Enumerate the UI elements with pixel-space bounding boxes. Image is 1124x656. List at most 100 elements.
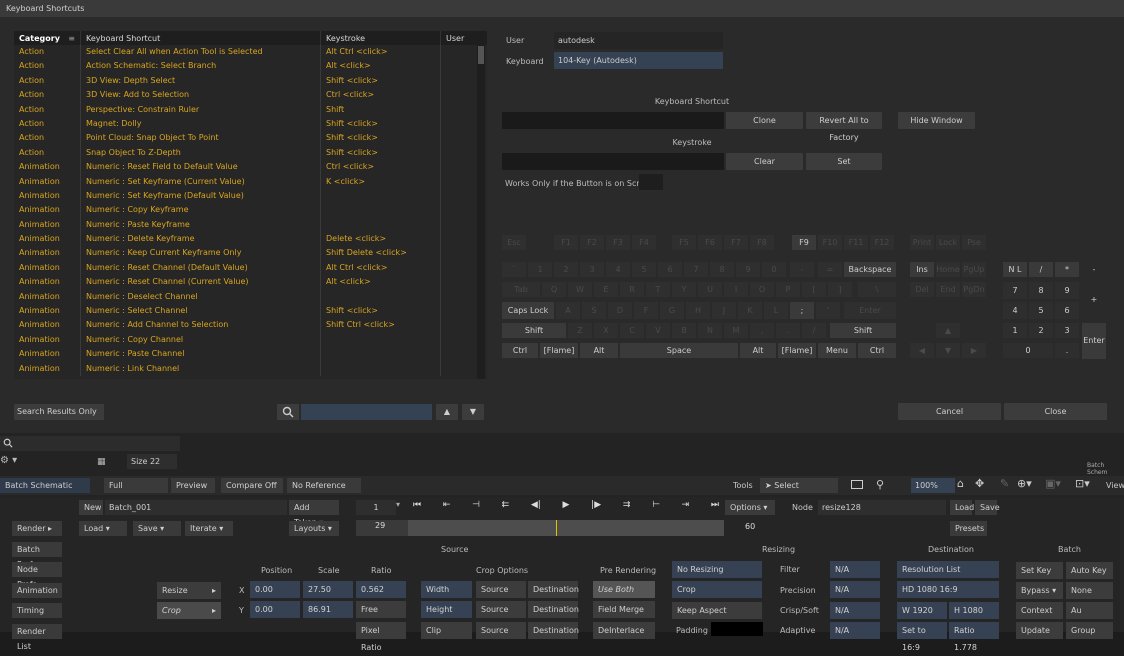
key-1[interactable]: 1 <box>528 262 552 277</box>
table-row[interactable]: Animation Numeric : Select Channel Shift <… <box>14 304 487 319</box>
table-row[interactable]: Animation Numeric : Keep Current Keyframe… <box>14 246 487 261</box>
key-s[interactable]: S <box>582 302 606 319</box>
key-5[interactable]: 5 <box>632 262 656 277</box>
gear-icon[interactable]: ⚙ ▾ <box>0 455 17 466</box>
key-symbol[interactable]: - <box>790 262 814 277</box>
key-e[interactable]: E <box>594 282 618 297</box>
forward-icon[interactable]: |▶ <box>591 500 601 515</box>
search-input[interactable] <box>301 404 432 420</box>
arrow-down-icon[interactable]: ▼ <box>462 404 484 420</box>
step-fwd-icon[interactable]: ⇉ <box>623 500 631 515</box>
size-field[interactable]: Size 22 <box>127 454 177 469</box>
key-f11[interactable]: F11 <box>844 235 868 250</box>
key-a[interactable]: A <box>556 302 580 319</box>
table-row[interactable]: Animation Numeric : Reset Channel (Defaul… <box>14 260 487 276</box>
step-back-icon[interactable]: ⇇ <box>502 500 510 515</box>
use-both-fields-button[interactable]: Use Both Fields <box>593 581 655 611</box>
crop-button[interactable]: Crop ▸ <box>157 602 221 619</box>
save-batch-dropdown[interactable]: Save ▾ <box>133 521 181 536</box>
table-row[interactable]: Action 3D View: Add to Selection Ctrl <cli… <box>14 88 487 103</box>
key-r[interactable]: R <box>620 282 644 297</box>
no-reference-button[interactable]: No Reference <box>287 478 361 493</box>
cancel-button[interactable]: Cancel <box>898 403 1001 420</box>
key-8[interactable]: 8 <box>1029 282 1053 299</box>
key-shift[interactable]: Shift <box>502 323 566 338</box>
scrollbar-thumb[interactable] <box>478 46 484 64</box>
key-flame[interactable]: [Flame] <box>540 343 578 358</box>
batch-prefs-button[interactable]: Batch Prefs <box>12 542 62 569</box>
key-ctrl[interactable]: Ctrl <box>502 343 538 358</box>
source-button-2[interactable]: Source <box>476 601 526 618</box>
key-z[interactable]: Z <box>568 323 592 338</box>
key-m[interactable]: M <box>724 323 748 338</box>
free-button[interactable]: Free <box>356 601 406 618</box>
key-8[interactable]: 8 <box>710 262 734 277</box>
home-icon[interactable]: ⌂ <box>957 477 964 490</box>
key-print[interactable]: Print <box>910 235 934 250</box>
close-button[interactable]: Close <box>1004 403 1107 420</box>
key-f[interactable]: F <box>634 302 658 319</box>
key-c[interactable]: C <box>620 323 644 338</box>
crosshair-icon[interactable]: ⊕▾ <box>1017 477 1032 490</box>
search-icon[interactable] <box>277 404 299 420</box>
works-only-checkbox[interactable] <box>639 174 663 190</box>
source-button-3[interactable]: Source <box>476 622 526 639</box>
arrow-right-key-icon[interactable]: ▶ <box>962 343 986 358</box>
key-y[interactable]: Y <box>672 282 696 297</box>
table-row[interactable]: Animation Numeric : Set Keyframe (Default… <box>14 188 487 204</box>
table-row[interactable]: Action Magnet: Dolly Shift <click> <box>14 116 487 132</box>
update-button[interactable]: Update <box>1016 622 1063 639</box>
table-row[interactable]: Animation Numeric : Copy Keyframe <box>14 203 487 218</box>
grid-view-icon[interactable]: ▦ <box>97 457 106 467</box>
prev-mark-icon[interactable]: ⊣ <box>472 500 480 515</box>
field-merge-button[interactable]: Field Merge <box>593 601 655 618</box>
key-d[interactable]: D <box>608 302 632 319</box>
table-row[interactable]: Animation Numeric : Reset Field to Defaul… <box>14 160 487 175</box>
key-t[interactable]: T <box>646 282 670 297</box>
key-alt[interactable]: Alt <box>740 343 776 358</box>
key-l[interactable]: L <box>764 302 788 319</box>
au-context-button[interactable]: Au Context <box>1066 602 1113 632</box>
key-pgdn[interactable]: PgDn <box>962 282 986 297</box>
resize-button[interactable]: Resize ▸ <box>157 582 221 599</box>
next-key-icon[interactable]: ⇥ <box>682 500 690 515</box>
key-0[interactable]: 0 <box>762 262 786 277</box>
last-frame-icon[interactable]: ⏭ <box>711 500 719 515</box>
rect-icon[interactable] <box>851 480 863 489</box>
render-button[interactable]: Render ▸ <box>12 521 62 536</box>
resolution-preset-select[interactable]: HD 1080 16:9 <box>897 581 999 598</box>
key-j[interactable]: J <box>712 302 736 319</box>
tab-preview[interactable]: Preview <box>171 478 215 493</box>
key-3[interactable]: 3 <box>580 262 604 277</box>
key-o[interactable]: O <box>750 282 774 297</box>
back-icon[interactable]: ◀| <box>531 500 541 515</box>
key-symbol[interactable]: ; <box>790 302 814 319</box>
key-symbol[interactable]: , <box>750 323 774 338</box>
key-symbol[interactable]: = <box>818 262 842 277</box>
y-scale-field[interactable]: 86.91 <box>303 601 353 618</box>
key-k[interactable]: K <box>738 302 762 319</box>
key-f6[interactable]: F6 <box>698 235 722 250</box>
key-del[interactable]: Del <box>910 282 934 297</box>
view-label[interactable]: View <box>1106 481 1124 490</box>
key-symbol[interactable]: - <box>1082 262 1106 277</box>
set-key-button[interactable]: Set Key <box>1016 562 1063 579</box>
x-position-field[interactable]: 0.00 <box>250 581 300 598</box>
key-f5[interactable]: F5 <box>672 235 696 250</box>
destination-button-2[interactable]: Destination <box>528 601 579 618</box>
layer-icon[interactable]: ▣▾ <box>1045 477 1061 490</box>
table-row[interactable]: Action Perspective: Constrain Ruler Shift <box>14 102 487 117</box>
key-symbol[interactable]: + <box>1082 282 1106 318</box>
key-g[interactable]: G <box>660 302 684 319</box>
key-x[interactable]: X <box>594 323 618 338</box>
key-f7[interactable]: F7 <box>724 235 748 250</box>
arrow-left-key-icon[interactable]: ◀ <box>910 343 934 358</box>
key-ctrl[interactable]: Ctrl <box>858 343 896 358</box>
crisp-field[interactable]: N/A <box>830 602 880 619</box>
destination-button-3[interactable]: Destination <box>528 622 579 639</box>
key-0[interactable]: 0 <box>1003 343 1053 358</box>
key-ins[interactable]: Ins <box>910 262 934 277</box>
key-pse[interactable]: Pse <box>962 235 986 250</box>
clone-button[interactable]: Clone <box>726 112 803 129</box>
first-frame-icon[interactable]: ⏮ <box>413 500 421 515</box>
